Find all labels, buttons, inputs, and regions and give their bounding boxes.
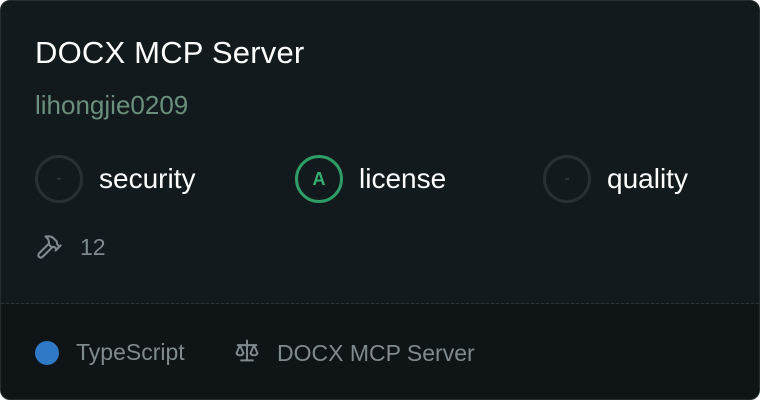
license-text: DOCX MCP Server [277,340,475,366]
language-color-dot [35,340,59,365]
tools-count: 12 [80,233,106,260]
language-name: TypeScript [76,339,185,365]
server-title[interactable]: DOCX MCP Server [35,35,304,71]
score-license: A license [295,155,446,203]
quality-label: quality [607,163,688,194]
language-tag: TypeScript [35,339,185,366]
score-quality: - quality [543,155,688,203]
license-tag: DOCX MCP Server [233,337,475,370]
quality-badge: - [543,155,591,203]
server-owner[interactable]: lihongjie0209 [35,90,188,121]
score-security: - security [35,155,195,203]
scale-icon [233,337,261,370]
hammer-icon [35,233,63,261]
security-badge: - [35,155,83,203]
license-label: license [359,163,447,194]
tools-count-row: 12 [35,233,106,261]
license-badge: A [295,155,343,203]
security-label: security [99,163,196,194]
server-card[interactable]: DOCX MCP Server lihongjie0209 - security… [0,0,760,400]
